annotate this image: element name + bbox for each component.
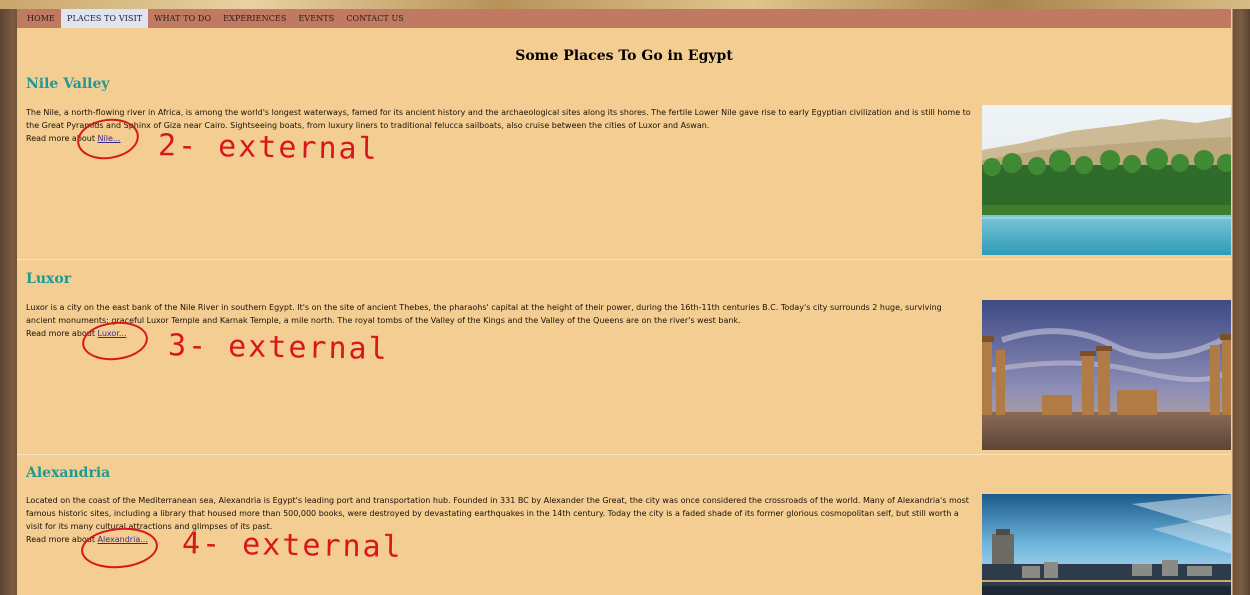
section-divider: [17, 259, 1231, 260]
nav-experiences[interactable]: EXPERIENCES: [217, 9, 292, 28]
read-more-line: Read more about Alexandria...: [26, 533, 971, 546]
nav-contact-us[interactable]: CONTACT US: [340, 9, 410, 28]
section-title-nile-valley: Nile Valley: [26, 76, 110, 92]
section-description: Luxor is a city on the east bank of the …: [26, 303, 942, 325]
section-title-alexandria: Alexandria: [26, 465, 111, 481]
nav-places-to-visit[interactable]: PLACES TO VISIT: [60, 9, 149, 28]
annotation-label-3: 3- external: [167, 328, 389, 367]
main-nav: HOME PLACES TO VISIT WHAT TO DO EXPERIEN…: [17, 9, 1231, 28]
alexandria-photo: [982, 494, 1231, 595]
section-description: Located on the coast of the Mediterranea…: [26, 496, 969, 531]
section-description: The Nile, a north-flowing river in Afric…: [26, 108, 971, 130]
page-title: Some Places To Go in Egypt: [515, 48, 733, 64]
nav-home[interactable]: HOME: [17, 9, 61, 28]
annotation-label-4: 4- external: [181, 526, 403, 565]
nav-what-to-do[interactable]: WHAT TO DO: [148, 9, 217, 28]
nile-valley-photo: [982, 105, 1231, 255]
main-content: Some Places To Go in Egypt Nile Valley T…: [17, 28, 1231, 595]
section-divider: [17, 454, 1231, 455]
section-title-luxor: Luxor: [26, 271, 72, 287]
header-banner: [0, 0, 1250, 9]
nav-events[interactable]: EVENTS: [292, 9, 340, 28]
luxor-photo: [982, 300, 1231, 450]
annotation-label-2: 2- external: [157, 128, 379, 167]
section-text-alexandria: Located on the coast of the Mediterranea…: [26, 494, 971, 546]
